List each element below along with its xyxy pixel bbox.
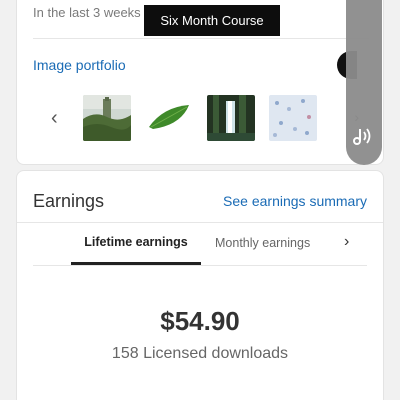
divider [33, 38, 369, 39]
image-portfolio-link[interactable]: Image portfolio [33, 57, 126, 73]
tabs-more-chevron-icon[interactable]: › [344, 233, 349, 251]
earnings-summary-link[interactable]: See earnings summary [223, 193, 367, 209]
thumbnail-blue-pattern[interactable] [269, 95, 317, 141]
earnings-title: Earnings [33, 191, 105, 211]
earnings-card: Earnings See earnings summary Lifetime e… [16, 170, 384, 400]
scroll-handle[interactable] [346, 0, 382, 165]
period-label: In the last 3 weeks [33, 5, 141, 20]
course-banner[interactable]: Six Month Course [144, 5, 280, 36]
thumbnail-tower-landscape[interactable] [83, 95, 131, 141]
thumbnail-waterfall-forest[interactable] [207, 95, 255, 141]
divider [33, 265, 367, 266]
licensed-downloads-count: 158 Licensed downloads [111, 345, 289, 362]
carousel-prev-button[interactable]: ‹ [51, 108, 58, 128]
tab-lifetime-earnings[interactable]: Lifetime earnings [71, 235, 201, 265]
earnings-amount: $54.90 [160, 306, 240, 336]
tab-monthly-earnings[interactable]: Monthly earnings [215, 236, 310, 250]
divider [17, 222, 383, 223]
thumbnail-green-leaf[interactable] [145, 95, 193, 141]
audio-waves-icon [352, 126, 376, 151]
